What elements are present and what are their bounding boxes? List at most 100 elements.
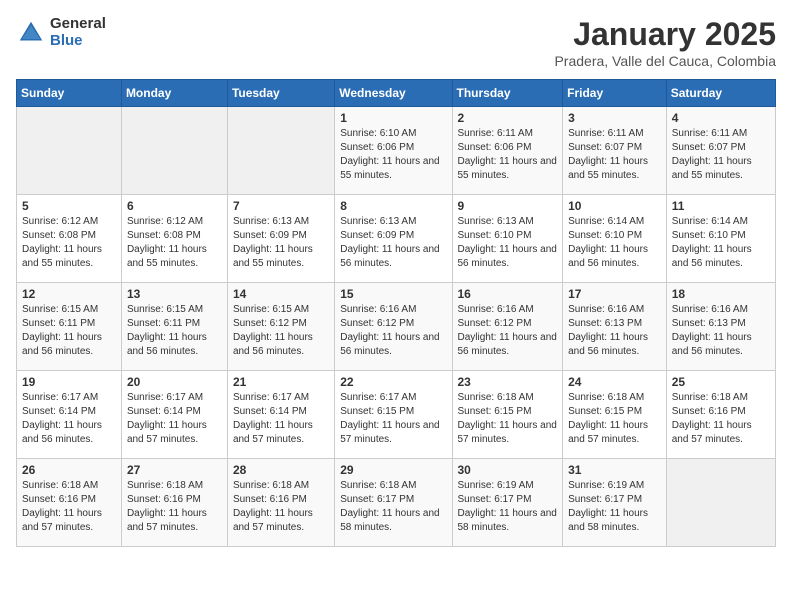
- day-number: 12: [22, 287, 116, 301]
- day-info: Sunrise: 6:18 AMSunset: 6:15 PMDaylight:…: [458, 391, 558, 447]
- calendar-cell: [227, 107, 334, 195]
- day-number: 21: [233, 375, 329, 389]
- title-section: January 2025 Pradera, Valle del Cauca, C…: [554, 16, 776, 69]
- calendar-cell: 7Sunrise: 6:13 AMSunset: 6:09 PMDaylight…: [227, 195, 334, 283]
- day-info: Sunrise: 6:11 AMSunset: 6:07 PMDaylight:…: [568, 127, 661, 183]
- weekday-header-tuesday: Tuesday: [227, 80, 334, 107]
- day-number: 2: [458, 111, 558, 125]
- day-info: Sunrise: 6:17 AMSunset: 6:15 PMDaylight:…: [340, 391, 446, 447]
- day-number: 16: [458, 287, 558, 301]
- day-number: 20: [127, 375, 222, 389]
- day-number: 19: [22, 375, 116, 389]
- day-info: Sunrise: 6:14 AMSunset: 6:10 PMDaylight:…: [568, 215, 661, 271]
- calendar-week-row: 1Sunrise: 6:10 AMSunset: 6:06 PMDaylight…: [17, 107, 776, 195]
- calendar-cell: 1Sunrise: 6:10 AMSunset: 6:06 PMDaylight…: [335, 107, 452, 195]
- calendar-table: SundayMondayTuesdayWednesdayThursdayFrid…: [16, 79, 776, 547]
- day-info: Sunrise: 6:11 AMSunset: 6:07 PMDaylight:…: [672, 127, 770, 183]
- calendar-cell: 29 Sunrise: 6:18 AMSunset: 6:17 PMDayligh…: [335, 459, 452, 547]
- day-number: 31: [568, 463, 661, 477]
- weekday-header-thursday: Thursday: [452, 80, 563, 107]
- day-number: 17: [568, 287, 661, 301]
- day-info: Sunrise: 6:12 AMSunset: 6:08 PMDaylight:…: [127, 215, 222, 271]
- day-info: Sunrise: 6:16 AMSunset: 6:13 PMDaylight:…: [672, 303, 770, 359]
- day-number: 28: [233, 463, 329, 477]
- calendar-cell: 11Sunrise: 6:14 AMSunset: 6:10 PMDayligh…: [666, 195, 775, 283]
- day-info: Sunrise: 6:12 AMSunset: 6:08 PMDaylight:…: [22, 215, 116, 271]
- weekday-header-sunday: Sunday: [17, 80, 122, 107]
- day-info: Sunrise: 6:17 AMSunset: 6:14 PMDaylight:…: [127, 391, 222, 447]
- day-info: Sunrise: 6:18 AMSunset: 6:16 PMDaylight:…: [127, 479, 222, 535]
- calendar-week-row: 12 Sunrise: 6:15 AMSunset: 6:11 PMDayligh…: [17, 283, 776, 371]
- day-number: 4: [672, 111, 770, 125]
- calendar-cell: 2 Sunrise: 6:11 AMSunset: 6:06 PMDaylight…: [452, 107, 563, 195]
- day-info: Sunrise: 6:17 AMSunset: 6:14 PMDaylight:…: [233, 391, 329, 447]
- day-info: Sunrise: 6:16 AMSunset: 6:13 PMDaylight:…: [568, 303, 661, 359]
- day-info: Sunrise: 6:13 AMSunset: 6:09 PMDaylight:…: [233, 215, 329, 271]
- day-info: Sunrise: 6:16 AMSunset: 6:12 PMDaylight:…: [458, 303, 558, 359]
- calendar-week-row: 19 Sunrise: 6:17 AMSunset: 6:14 PMDayligh…: [17, 371, 776, 459]
- day-info: Sunrise: 6:15 AMSunset: 6:12 PMDaylight:…: [233, 303, 329, 359]
- day-info: Sunrise: 6:18 AMSunset: 6:16 PMDaylight:…: [672, 391, 770, 447]
- calendar-cell: 19 Sunrise: 6:17 AMSunset: 6:14 PMDayligh…: [17, 371, 122, 459]
- day-number: 25: [672, 375, 770, 389]
- day-info: Sunrise: 6:15 AMSunset: 6:11 PMDaylight:…: [127, 303, 222, 359]
- day-info: Sunrise: 6:19 AMSunset: 6:17 PMDaylight:…: [568, 479, 661, 535]
- day-number: 23: [458, 375, 558, 389]
- calendar-cell: 12 Sunrise: 6:15 AMSunset: 6:11 PMDayligh…: [17, 283, 122, 371]
- day-info: Sunrise: 6:17 AMSunset: 6:14 PMDaylight:…: [22, 391, 116, 447]
- calendar-week-row: 5Sunrise: 6:12 AMSunset: 6:08 PMDaylight…: [17, 195, 776, 283]
- day-info: Sunrise: 6:19 AMSunset: 6:17 PMDaylight:…: [458, 479, 558, 535]
- day-info: Sunrise: 6:11 AMSunset: 6:06 PMDaylight:…: [458, 127, 558, 183]
- calendar-cell: [666, 459, 775, 547]
- day-number: 22: [340, 375, 446, 389]
- calendar-cell: 31 Sunrise: 6:19 AMSunset: 6:17 PMDayligh…: [563, 459, 667, 547]
- calendar-cell: 30 Sunrise: 6:19 AMSunset: 6:17 PMDayligh…: [452, 459, 563, 547]
- calendar-cell: 4 Sunrise: 6:11 AMSunset: 6:07 PMDaylight…: [666, 107, 775, 195]
- calendar-cell: 9Sunrise: 6:13 AMSunset: 6:10 PMDaylight…: [452, 195, 563, 283]
- weekday-header-saturday: Saturday: [666, 80, 775, 107]
- header: General Blue January 2025 Pradera, Valle…: [16, 16, 776, 69]
- calendar-cell: 18 Sunrise: 6:16 AMSunset: 6:13 PMDayligh…: [666, 283, 775, 371]
- logo-general-text: General: [50, 16, 106, 33]
- calendar-cell: 20 Sunrise: 6:17 AMSunset: 6:14 PMDayligh…: [121, 371, 227, 459]
- day-number: 8: [340, 199, 446, 213]
- weekday-header-wednesday: Wednesday: [335, 80, 452, 107]
- day-number: 10: [568, 199, 661, 213]
- logo-icon: [16, 18, 46, 48]
- day-number: 3: [568, 111, 661, 125]
- day-info: Sunrise: 6:15 AMSunset: 6:11 PMDaylight:…: [22, 303, 116, 359]
- weekday-header-friday: Friday: [563, 80, 667, 107]
- day-number: 15: [340, 287, 446, 301]
- day-info: Sunrise: 6:18 AMSunset: 6:17 PMDaylight:…: [340, 479, 446, 535]
- calendar-cell: 23 Sunrise: 6:18 AMSunset: 6:15 PMDayligh…: [452, 371, 563, 459]
- logo-blue-text: Blue: [50, 33, 106, 50]
- calendar-cell: 5Sunrise: 6:12 AMSunset: 6:08 PMDaylight…: [17, 195, 122, 283]
- calendar-cell: 16 Sunrise: 6:16 AMSunset: 6:12 PMDayligh…: [452, 283, 563, 371]
- calendar-cell: [121, 107, 227, 195]
- day-number: 14: [233, 287, 329, 301]
- calendar-cell: 6 Sunrise: 6:12 AMSunset: 6:08 PMDaylight…: [121, 195, 227, 283]
- calendar-cell: [17, 107, 122, 195]
- day-info: Sunrise: 6:10 AMSunset: 6:06 PMDaylight:…: [340, 127, 446, 183]
- day-number: 24: [568, 375, 661, 389]
- calendar-cell: 22 Sunrise: 6:17 AMSunset: 6:15 PMDayligh…: [335, 371, 452, 459]
- calendar-cell: 3 Sunrise: 6:11 AMSunset: 6:07 PMDaylight…: [563, 107, 667, 195]
- day-number: 9: [458, 199, 558, 213]
- day-number: 11: [672, 199, 770, 213]
- weekday-header-monday: Monday: [121, 80, 227, 107]
- calendar-cell: 10 Sunrise: 6:14 AMSunset: 6:10 PMDayligh…: [563, 195, 667, 283]
- day-number: 29: [340, 463, 446, 477]
- day-number: 30: [458, 463, 558, 477]
- calendar-cell: 28Sunrise: 6:18 AMSunset: 6:16 PMDayligh…: [227, 459, 334, 547]
- weekday-header-row: SundayMondayTuesdayWednesdayThursdayFrid…: [17, 80, 776, 107]
- day-number: 6: [127, 199, 222, 213]
- calendar-cell: 14 Sunrise: 6:15 AMSunset: 6:12 PMDayligh…: [227, 283, 334, 371]
- calendar-cell: 21 Sunrise: 6:17 AMSunset: 6:14 PMDayligh…: [227, 371, 334, 459]
- day-number: 27: [127, 463, 222, 477]
- calendar-cell: 15Sunrise: 6:16 AMSunset: 6:12 PMDayligh…: [335, 283, 452, 371]
- day-number: 18: [672, 287, 770, 301]
- calendar-cell: 24Sunrise: 6:18 AMSunset: 6:15 PMDayligh…: [563, 371, 667, 459]
- calendar-title: January 2025: [554, 16, 776, 53]
- calendar-cell: 13 Sunrise: 6:15 AMSunset: 6:11 PMDayligh…: [121, 283, 227, 371]
- day-number: 13: [127, 287, 222, 301]
